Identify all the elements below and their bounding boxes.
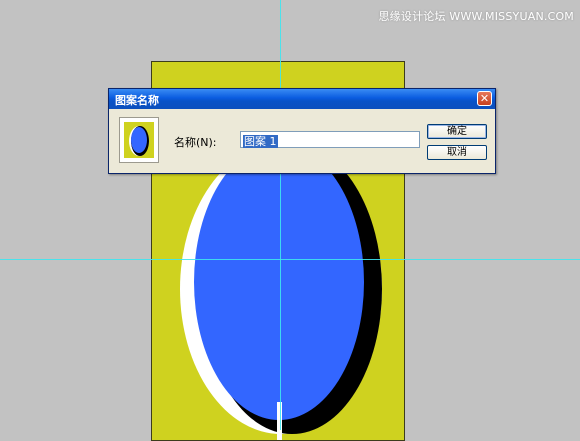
blue-ellipse [194, 144, 364, 420]
pattern-name-dialog: 图案名称 ✕ 名称(N): 图案 1 确定 取消 [108, 88, 496, 174]
dialog-titlebar[interactable]: 图案名称 ✕ [109, 89, 495, 109]
pattern-preview [119, 117, 159, 163]
vertical-guide-line[interactable] [280, 0, 281, 430]
name-input[interactable]: 图案 1 [240, 131, 420, 148]
dialog-title: 图案名称 [115, 94, 159, 107]
horizontal-guide-line[interactable] [0, 259, 580, 260]
preview-ellipse-icon [129, 126, 149, 156]
cancel-button[interactable]: 取消 [427, 145, 487, 160]
ok-button[interactable]: 确定 [427, 124, 487, 139]
watermark-text: 思缘设计论坛 WWW.MISSYUAN.COM [378, 10, 574, 23]
name-input-selected-text: 图案 1 [243, 135, 278, 148]
name-label: 名称(N): [174, 136, 217, 149]
close-button[interactable]: ✕ [477, 91, 492, 106]
pattern-preview-swatch [124, 122, 154, 158]
